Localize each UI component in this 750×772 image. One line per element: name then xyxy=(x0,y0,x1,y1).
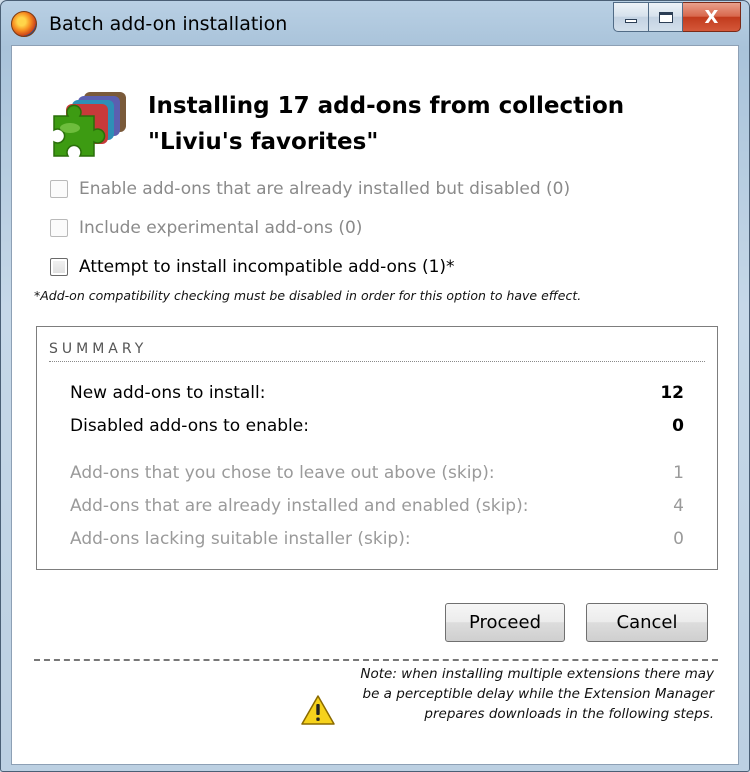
summary-box: SUMMARY New add-ons to install: 12 Disab… xyxy=(36,326,718,570)
summary-label: New add-ons to install: xyxy=(70,383,266,403)
summary-value: 4 xyxy=(673,496,684,516)
window-title: Batch add-on installation xyxy=(49,13,288,35)
summary-value: 0 xyxy=(673,529,684,549)
include-experimental-checkbox[interactable] xyxy=(50,219,68,237)
summary-row: New add-ons to install: 12 xyxy=(70,383,684,403)
heading-line-1: Installing 17 add-ons from collection xyxy=(148,93,625,119)
summary-row: Add-ons that are already installed and e… xyxy=(70,496,684,516)
option-label: Include experimental add-ons (0) xyxy=(79,218,363,238)
firefox-icon xyxy=(11,11,37,37)
enable-disabled-addons-checkbox[interactable] xyxy=(50,180,68,198)
minimize-icon xyxy=(625,19,637,23)
cancel-button[interactable]: Cancel xyxy=(586,603,708,642)
summary-row: Add-ons lacking suitable installer (skip… xyxy=(70,529,684,549)
dialog-content: Installing 17 add-ons from collection "L… xyxy=(11,45,739,765)
dialog-window: Batch add-on installation X Installing 1… xyxy=(0,0,750,772)
summary-value: 1 xyxy=(673,463,684,483)
summary-title: SUMMARY xyxy=(49,341,148,357)
proceed-button[interactable]: Proceed xyxy=(445,603,565,642)
summary-row: Add-ons that you chose to leave out abov… xyxy=(70,463,684,483)
close-button[interactable]: X xyxy=(683,2,741,32)
summary-label: Add-ons that you chose to leave out abov… xyxy=(70,463,495,483)
install-incompatible-option[interactable]: Attempt to install incompatible add-ons … xyxy=(50,257,455,277)
title-bar[interactable]: Batch add-on installation X xyxy=(1,1,749,45)
option-label: Enable add-ons that are already installe… xyxy=(79,179,571,199)
window-controls: X xyxy=(613,2,741,32)
heading-line-2: "Liviu's favorites" xyxy=(148,129,379,155)
add-ons-puzzle-icon xyxy=(53,92,126,157)
minimize-button[interactable] xyxy=(613,2,649,32)
include-experimental-option[interactable]: Include experimental add-ons (0) xyxy=(50,218,362,238)
summary-row: Disabled add-ons to enable: 0 xyxy=(70,416,684,436)
delay-footnote: Note: when installing multiple extension… xyxy=(360,666,714,722)
install-incompatible-checkbox[interactable] xyxy=(50,258,68,276)
maximize-icon xyxy=(658,11,673,23)
dialog-heading: Installing 17 add-ons from collection "L… xyxy=(148,88,708,160)
summary-label: Add-ons lacking suitable installer (skip… xyxy=(70,529,411,549)
summary-value: 0 xyxy=(672,416,684,436)
summary-label: Add-ons that are already installed and e… xyxy=(70,496,529,516)
summary-value: 12 xyxy=(660,383,684,403)
summary-label: Disabled add-ons to enable: xyxy=(70,416,309,436)
close-icon: X xyxy=(704,6,719,28)
maximize-button[interactable] xyxy=(649,2,683,32)
option-label: Attempt to install incompatible add-ons … xyxy=(79,257,455,277)
compatibility-note: *Add-on compatibility checking must be d… xyxy=(34,288,582,303)
footer-divider xyxy=(34,659,718,661)
enable-disabled-addons-option[interactable]: Enable add-ons that are already installe… xyxy=(50,179,570,199)
warning-icon xyxy=(301,695,335,725)
summary-divider xyxy=(49,361,705,362)
